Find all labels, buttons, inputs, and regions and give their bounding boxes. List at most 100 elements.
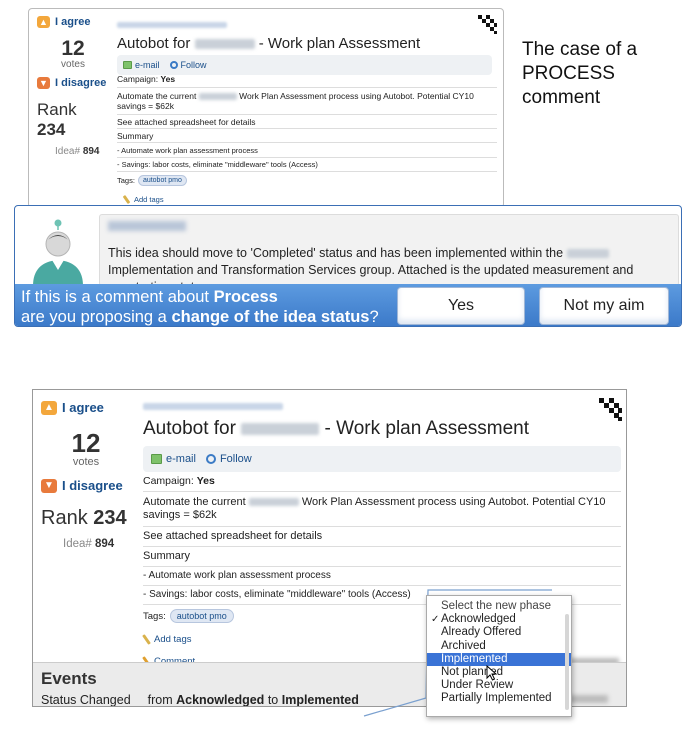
follow-label: Follow: [180, 60, 207, 70]
rank-value: 234: [93, 507, 127, 529]
idea-title-prefix: Autobot for: [117, 35, 191, 52]
comment-body: This idea should move to 'Completed' sta…: [99, 214, 679, 294]
disagree-button[interactable]: ▼ I disagree: [41, 478, 131, 493]
status-option[interactable]: Already Offered: [427, 626, 571, 639]
avatar-icon: [33, 219, 83, 286]
redacted-text: [198, 93, 237, 101]
divider: [117, 87, 497, 88]
caption-line: PROCESS: [522, 63, 615, 84]
status-change-prompt: If this is a comment about Process are y…: [15, 284, 681, 326]
breadcrumb[interactable]: [117, 22, 227, 28]
agree-label: I agree: [62, 400, 104, 415]
agree-button[interactable]: ▲ I agree: [41, 400, 131, 415]
rank: Rank 234: [41, 507, 131, 530]
divider: [143, 546, 621, 547]
status-option-label: Implemented: [441, 652, 508, 665]
campaign-value: Yes: [160, 74, 176, 84]
email-link[interactable]: e-mail: [151, 453, 196, 465]
disagree-button[interactable]: ▼ I disagree: [37, 77, 109, 89]
event-word: from: [147, 693, 173, 707]
prompt-line: are you proposing a: [21, 308, 172, 326]
idea-main: Autobot for - Work plan Assessment e-mai…: [117, 15, 497, 75]
status-option[interactable]: Partially Implemented: [427, 692, 571, 705]
follow-link[interactable]: Follow: [169, 60, 207, 70]
disagree-label: I disagree: [62, 478, 123, 493]
idea-card-top: ▲ I agree 12 votes ▼ I disagree Rank 234…: [28, 8, 504, 208]
thumbs-up-icon: ▲: [41, 400, 57, 415]
event-from-status: Acknowledged: [176, 693, 265, 707]
mouse-cursor-icon: [486, 665, 498, 681]
event-word: to: [267, 693, 279, 707]
summary-heading: Summary: [143, 550, 191, 562]
breadcrumb[interactable]: [143, 403, 283, 410]
not-my-aim-button[interactable]: Not my aim: [539, 287, 669, 325]
idea-number-value: 894: [82, 146, 100, 157]
vote-column: ▲ I agree 12 votes ▼ I disagree Rank 234…: [41, 400, 131, 550]
pencil-icon: [122, 194, 131, 205]
description-prefix: Automate the current: [117, 91, 197, 101]
pencil-icon: [142, 634, 151, 645]
yes-button[interactable]: Yes: [397, 287, 525, 325]
status-option-label: Under Review: [441, 679, 514, 692]
disagree-label: I disagree: [55, 77, 107, 89]
checkered-flag-icon: [478, 15, 497, 34]
idea-number: Idea# 894: [37, 146, 109, 157]
event-row: Status Changed from Acknowledged to Impl…: [41, 693, 359, 707]
idea-main: Autobot for - Work plan Assessment e-mai…: [143, 397, 623, 472]
idea-number-value: 894: [94, 538, 115, 550]
divider: [143, 566, 621, 567]
caption-line: The case of a: [522, 39, 638, 60]
email-icon: [123, 61, 132, 69]
campaign-label: Campaign:: [143, 475, 194, 487]
attachment-note: See attached spreadsheet for details: [117, 117, 256, 127]
comment-author-redacted: [108, 221, 186, 231]
divider: [143, 491, 621, 492]
status-option[interactable]: Not planned: [427, 666, 571, 679]
redacted-text: [241, 422, 320, 435]
summary-item: - Automate work plan assessment process: [143, 570, 331, 581]
status-dropdown[interactable]: Select the new phase ✓ Acknowledged Alrea…: [426, 595, 572, 717]
tag-chip[interactable]: autobot pmo: [137, 175, 187, 186]
status-option-highlighted[interactable]: Implemented: [427, 652, 571, 666]
prompt-emphasis: change of the idea status: [171, 308, 370, 326]
dropdown-header: Select the new phase: [441, 600, 551, 612]
status-option-label: Partially Implemented: [441, 692, 552, 705]
votes-count: 12: [71, 428, 101, 458]
divider: [117, 142, 497, 143]
status-option-label: Archived: [441, 639, 486, 652]
dropdown-scrollbar[interactable]: [565, 614, 569, 710]
tags: Tags: autobot pmo: [143, 609, 234, 623]
summary-item: - Automate work plan assessment process: [117, 146, 258, 155]
agree-button[interactable]: ▲ I agree: [37, 16, 109, 28]
thumbs-up-icon: ▲: [37, 16, 50, 28]
add-tags-label: Add tags: [154, 634, 192, 645]
tags-label: Tags:: [143, 610, 166, 622]
tags: Tags: autobot pmo: [117, 175, 187, 186]
attachment-note: See attached spreadsheet for details: [143, 530, 323, 542]
follow-label: Follow: [219, 453, 252, 465]
caption: The case of a PROCESS comment: [522, 38, 682, 110]
email-link[interactable]: e-mail: [123, 60, 160, 70]
follow-link[interactable]: Follow: [205, 453, 252, 465]
prompt-emphasis: Process: [213, 288, 278, 306]
email-icon: [151, 454, 162, 464]
divider: [117, 128, 497, 129]
rank-label: Rank: [41, 507, 88, 529]
add-tags-label: Add tags: [134, 195, 164, 204]
check-icon: ✓: [431, 614, 440, 626]
add-tags-link[interactable]: Add tags: [142, 634, 192, 645]
divider: [117, 157, 497, 158]
status-option[interactable]: Under Review: [427, 679, 571, 692]
status-option[interactable]: ✓ Acknowledged: [427, 613, 571, 626]
redacted-text: [248, 498, 299, 507]
magnifier-icon: [169, 61, 178, 69]
campaign: Campaign: Yes: [143, 475, 215, 487]
summary-item: - Savings: labor costs, eliminate "middl…: [117, 160, 318, 169]
idea-description: Automate the current Work Plan Assessmen…: [117, 91, 502, 111]
idea-title: Autobot for - Work plan Assessment: [117, 35, 497, 52]
tag-chip[interactable]: autobot pmo: [169, 609, 234, 623]
vote-column: ▲ I agree 12 votes ▼ I disagree Rank 234…: [37, 16, 109, 157]
comment-callout: This idea should move to 'Completed' sta…: [14, 205, 682, 327]
add-tags-link[interactable]: Add tags: [122, 194, 164, 205]
status-option[interactable]: Archived: [427, 640, 571, 653]
